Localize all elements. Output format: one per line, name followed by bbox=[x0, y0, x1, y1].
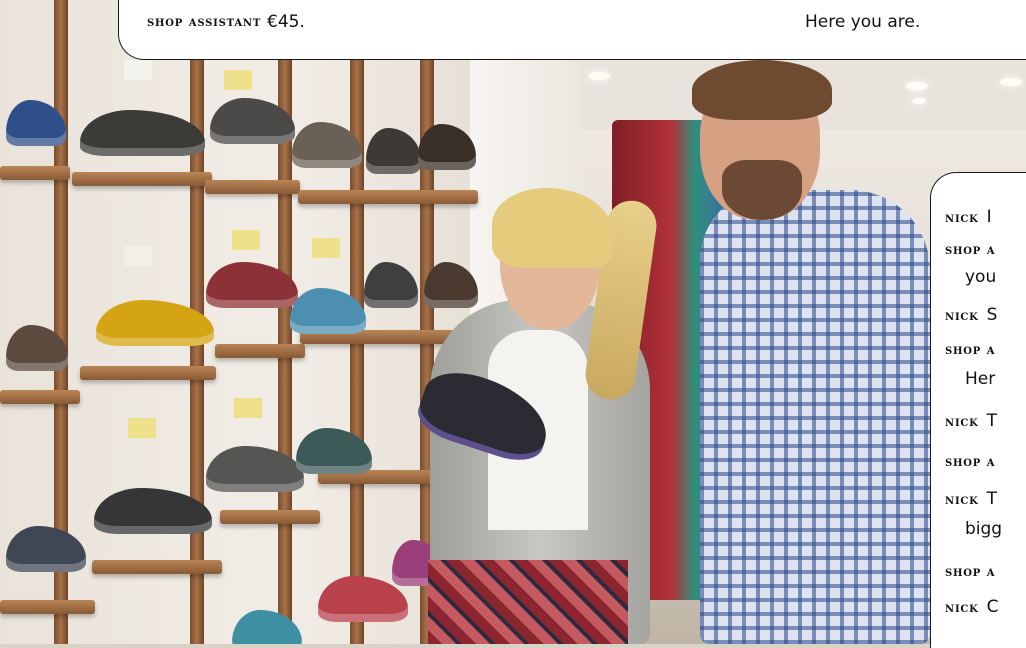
speaker-label: shop a bbox=[945, 454, 996, 470]
dialogue-line: €45. bbox=[267, 12, 305, 32]
dialogue-line: bigg bbox=[965, 519, 1003, 539]
dialogue-line: Her bbox=[965, 369, 996, 389]
dialogue-line: S bbox=[986, 305, 998, 325]
speaker-label: nick bbox=[945, 308, 979, 324]
dialogue-box-top: shop assistant €45. Here you are. bbox=[118, 0, 1026, 60]
speaker-label: shop a bbox=[945, 242, 996, 258]
speaker-label: shop a bbox=[945, 342, 996, 358]
speaker-label: shop assistant bbox=[147, 14, 262, 30]
dialogue-line: C bbox=[986, 597, 999, 617]
dialogue-line: I bbox=[986, 207, 992, 227]
speaker-label: nick bbox=[945, 414, 979, 430]
shoe-shop-photo bbox=[0, 0, 1026, 644]
speaker-label: nick bbox=[945, 492, 979, 508]
speaker-label: nick bbox=[945, 210, 979, 226]
nick-figure bbox=[700, 190, 930, 644]
dialogue-reply: Here you are. bbox=[805, 12, 921, 32]
dialogue-line: T bbox=[986, 489, 998, 509]
dialogue-line: you bbox=[965, 267, 997, 287]
dialogue-box-right: nick I shop a you nick S shop a Her nick T … bbox=[930, 172, 1026, 648]
speaker-label: nick bbox=[945, 600, 979, 616]
speaker-label: shop a bbox=[945, 564, 996, 580]
dialogue-line: T bbox=[986, 411, 998, 431]
